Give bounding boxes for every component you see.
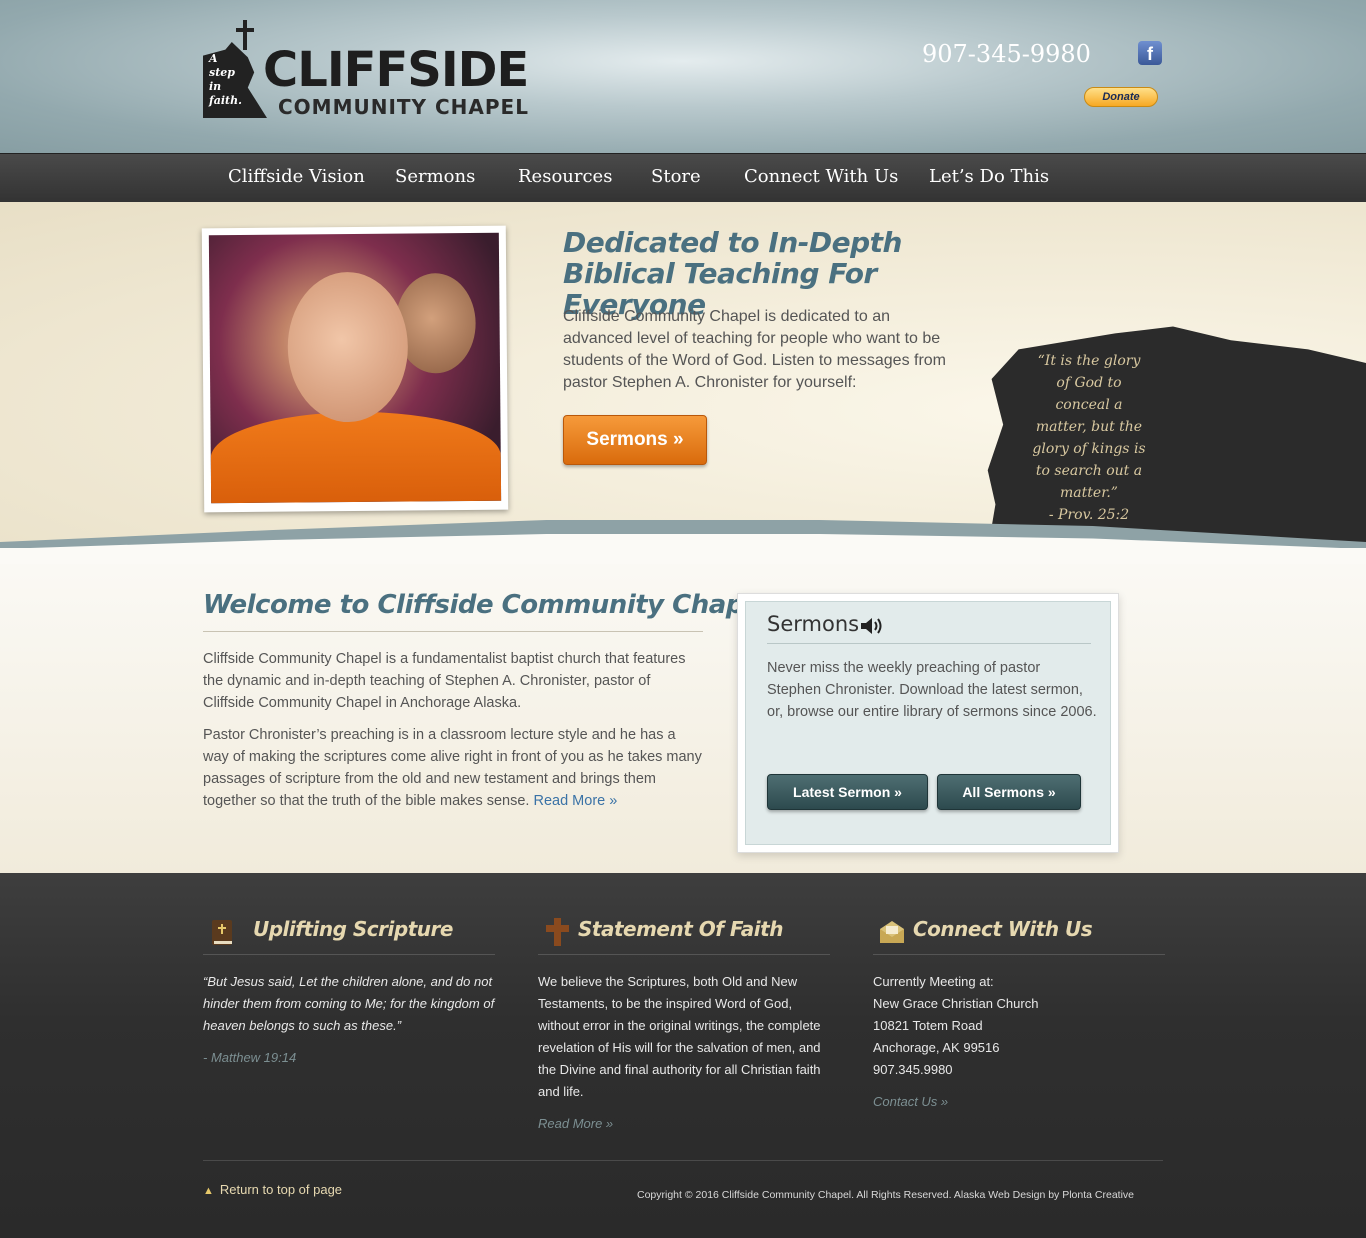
arrow-up-icon: ▲	[203, 1185, 214, 1197]
footer-scripture-ref: - Matthew 19:14	[203, 1050, 297, 1065]
hero-section: Dedicated to In-Depth Biblical Teaching …	[0, 202, 1366, 558]
hero-text: Cliffside Community Chapel is dedicated …	[563, 308, 947, 391]
footer-faith-read-more-link[interactable]: Read More »	[538, 1113, 830, 1135]
main-content: Welcome to Cliffside Community Chapel Cl…	[0, 534, 1366, 873]
logo-tagline: A step in faith.	[209, 52, 242, 107]
latest-sermon-button[interactable]: Latest Sermon »	[767, 774, 928, 810]
speaker-icon	[861, 618, 882, 634]
hero-photo	[208, 232, 502, 504]
footer-scripture-title: Uplifting Scripture	[253, 917, 453, 941]
footer-connect-line: 10821 Totem Road	[873, 1018, 983, 1033]
footer-scripture-quote: “But Jesus said, Let the children alone,…	[203, 974, 495, 1033]
welcome-paragraph-1: Cliffside Community Chapel is a fundamen…	[203, 651, 686, 711]
welcome-read-more-link[interactable]: Read More »	[533, 793, 617, 809]
welcome-title: Welcome to Cliffside Community Chapel	[203, 590, 770, 620]
footer-faith-text: We believe the Scriptures, both Old and …	[538, 974, 821, 1099]
welcome-divider	[203, 631, 703, 632]
sermons-box-text: Never miss the weekly preaching of pasto…	[767, 660, 1097, 720]
facebook-icon[interactable]: f	[1138, 41, 1162, 65]
footer-connect-line: Anchorage, AK 99516	[873, 1040, 1000, 1055]
hero-verse: “It is the glory of God to conceal a mat…	[1032, 353, 1146, 523]
footer-connect-line: Currently Meeting at:	[873, 974, 994, 989]
logo-subtitle: COMMUNITY CHAPEL	[278, 95, 529, 119]
hero-photo-frame	[201, 225, 509, 513]
all-sermons-button[interactable]: All Sermons »	[937, 774, 1081, 810]
logo-title: CLIFFSIDE	[263, 42, 529, 98]
nav-item-lets-do-this[interactable]: Let’s Do This	[929, 166, 1049, 187]
footer-divider	[203, 1160, 1163, 1161]
footer-contact-us-link[interactable]: Contact Us »	[873, 1091, 1165, 1113]
footer-faith-column: Statement Of Faith We believe the Script…	[538, 913, 830, 1135]
footer-connect-phone: 907.345.9980	[873, 1062, 953, 1077]
footer-connect-column: Connect With Us Currently Meeting at: Ne…	[873, 913, 1165, 1113]
cross-icon	[546, 918, 569, 946]
bible-icon	[212, 920, 232, 945]
logo-cross-icon	[243, 20, 247, 50]
hero-sermons-button[interactable]: Sermons »	[563, 415, 707, 465]
envelope-icon	[880, 921, 904, 943]
main-nav: Cliffside Vision Sermons Resources Store…	[0, 153, 1366, 202]
footer-connect-title: Connect With Us	[913, 917, 1093, 941]
donate-button[interactable]: Donate	[1084, 87, 1158, 107]
welcome-paragraph-2: Pastor Chronister’s preaching is in a cl…	[203, 727, 702, 809]
copyright-text: Copyright © 2016 Cliffside Community Cha…	[637, 1189, 1135, 1201]
nav-item-sermons[interactable]: Sermons	[395, 166, 475, 187]
sermons-box: Sermons Never miss the weekly preaching …	[737, 593, 1119, 853]
footer-scripture-column: Uplifting Scripture “But Jesus said, Let…	[203, 913, 495, 1069]
nav-item-cliffside-vision[interactable]: Cliffside Vision	[228, 166, 365, 187]
site-header: A step in faith. CLIFFSIDE COMMUNITY CHA…	[0, 0, 1366, 153]
footer-connect-line: New Grace Christian Church	[873, 996, 1039, 1011]
header-phone[interactable]: 907-345-9980	[922, 40, 1091, 68]
site-footer: Uplifting Scripture “But Jesus said, Let…	[0, 873, 1366, 1238]
nav-item-resources[interactable]: Resources	[518, 166, 612, 187]
site-logo[interactable]: A step in faith. CLIFFSIDE COMMUNITY CHA…	[203, 20, 553, 120]
nav-item-connect[interactable]: Connect With Us	[744, 166, 898, 187]
return-to-top-link[interactable]: ▲ Return to top of page	[203, 1182, 342, 1197]
footer-faith-title: Statement Of Faith	[578, 917, 783, 941]
sermons-box-title: Sermons	[767, 612, 860, 636]
nav-item-store[interactable]: Store	[651, 166, 701, 187]
